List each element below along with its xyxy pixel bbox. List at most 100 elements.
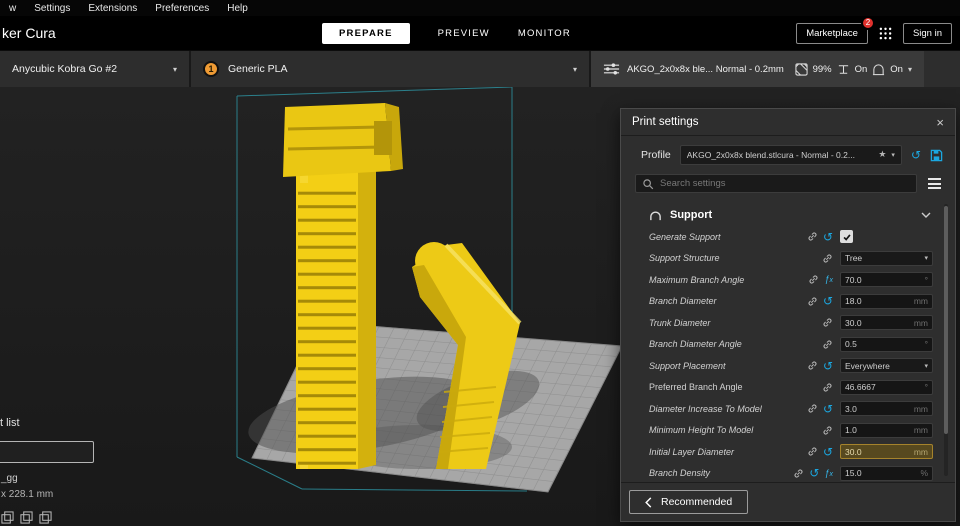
branch-density-field[interactable]: 15.0% [840, 465, 933, 481]
scrollbar-thumb[interactable] [944, 206, 948, 435]
search-row [621, 169, 955, 200]
material-selector[interactable]: 1 Generic PLA ▾ [191, 51, 591, 87]
chevron-down-icon: ▾ [924, 254, 928, 263]
branch-diameter-field[interactable]: 18.0 mm [840, 293, 933, 309]
support-category-icon [650, 211, 661, 221]
diameter-increase-field[interactable]: 3.0 mm [840, 401, 933, 417]
summary-metrics: 99% On On ▾ [795, 62, 912, 76]
link-icon[interactable] [793, 468, 804, 479]
adhesion-icon [873, 63, 885, 75]
settings-visibility-menu-icon[interactable] [926, 176, 943, 191]
object-list-toggle[interactable] [0, 441, 94, 463]
model-name-label: _gg [1, 473, 18, 484]
link-icon[interactable] [822, 253, 833, 264]
chevron-down-icon: ▾ [172, 64, 177, 74]
reset-icon[interactable]: ↺ [823, 231, 833, 243]
link-icon[interactable] [822, 425, 833, 436]
initial-layer-diameter-field[interactable]: 30.0 mm [840, 444, 933, 460]
profile-value: AKGO_2x0x8x blend.stlcura - Normal - 0.2… [686, 150, 855, 160]
reset-icon[interactable]: ↺ [823, 403, 833, 415]
setting-row-maximum-branch-angle: Maximum Branch Angle ƒx 70.0 ° [621, 269, 955, 291]
profile-row: Profile AKGO_2x0x8x blend.stlcura - Norm… [621, 136, 955, 169]
setting-label: Maximum Branch Angle [649, 274, 745, 285]
support-placement-dropdown[interactable]: Everywhere ▾ [840, 358, 933, 374]
link-icon[interactable] [807, 231, 818, 242]
settings-scrollbar[interactable] [944, 204, 948, 476]
search-input[interactable] [660, 178, 910, 189]
search-field[interactable] [635, 174, 917, 193]
support-structure-dropdown[interactable]: Tree ▾ [840, 250, 933, 266]
model-action-icons [1, 511, 52, 524]
profile-reset-icon[interactable]: ↺ [911, 149, 921, 161]
minimum-height-field[interactable]: 1.0 mm [840, 422, 933, 438]
duplicate-icon[interactable] [39, 511, 52, 524]
close-icon[interactable]: × [936, 116, 944, 129]
setting-label: Support Placement [649, 360, 726, 371]
link-icon[interactable] [822, 317, 833, 328]
setting-row-support-structure: Support Structure Tree ▾ [621, 248, 955, 270]
menu-item-preferences[interactable]: Preferences [146, 3, 218, 14]
setting-row-minimum-height-to-model: Minimum Height To Model 1.0 mm [621, 420, 955, 442]
object-list-label: t list [0, 417, 20, 429]
formula-icon[interactable]: ƒx [824, 275, 833, 285]
setting-row-preferred-branch-angle: Preferred Branch Angle 46.6667 ° [621, 377, 955, 399]
link-icon[interactable] [807, 446, 818, 457]
setting-label: Preferred Branch Angle [649, 382, 743, 393]
maximum-branch-angle-field[interactable]: 70.0 ° [840, 272, 933, 288]
menu-item-settings[interactable]: Settings [25, 3, 79, 14]
menu-item-view-partial[interactable]: w [0, 3, 25, 14]
duplicate-icon[interactable] [20, 511, 33, 524]
link-icon[interactable] [807, 403, 818, 414]
sign-in-button[interactable]: Sign in [902, 22, 952, 44]
category-support[interactable]: Support [621, 202, 955, 226]
link-icon[interactable] [808, 274, 819, 285]
reset-icon[interactable]: ↺ [823, 446, 833, 458]
marketplace-button[interactable]: Marketplace 2 [796, 15, 875, 44]
link-icon[interactable] [822, 339, 833, 350]
branch-diameter-angle-field[interactable]: 0.5 ° [840, 336, 933, 352]
marketplace-label: Marketplace [806, 27, 858, 39]
duplicate-icon[interactable] [1, 511, 14, 524]
generate-support-checkbox[interactable] [840, 230, 853, 244]
link-icon[interactable] [807, 360, 818, 371]
print-settings-summary[interactable]: AKGO_2x0x8x ble... Normal - 0.2mm 99% On… [591, 51, 924, 87]
reset-icon[interactable]: ↺ [809, 467, 819, 479]
reset-icon[interactable]: ↺ [823, 295, 833, 307]
setting-label: Generate Support [649, 231, 721, 242]
configuration-bar: Anycubic Kobra Go #2 ▾ 1 Generic PLA ▾ A… [0, 50, 960, 87]
save-profile-icon[interactable] [930, 149, 943, 162]
setting-row-trunk-diameter: Trunk Diameter 30.0 mm [621, 312, 955, 334]
profile-dropdown[interactable]: AKGO_2x0x8x blend.stlcura - Normal - 0.2… [679, 145, 902, 165]
tab-preview[interactable]: PREVIEW [438, 28, 490, 39]
print-settings-panel: Print settings × Profile AKGO_2x0x8x ble… [620, 108, 956, 522]
setting-label: Initial Layer Diameter [649, 446, 735, 457]
chevron-down-icon: ▾ [891, 151, 895, 159]
adhesion-state: On [890, 63, 903, 75]
printer-selector[interactable]: Anycubic Kobra Go #2 ▾ [0, 51, 191, 87]
setting-label: Support Structure [649, 253, 720, 264]
tab-prepare[interactable]: PREPARE [322, 22, 410, 44]
chevron-down-icon: ▾ [924, 361, 928, 370]
reset-icon[interactable]: ↺ [823, 360, 833, 372]
setting-row-diameter-increase-to-model: Diameter Increase To Model ↺ 3.0 mm [621, 398, 955, 420]
trunk-diameter-field[interactable]: 30.0 mm [840, 315, 933, 331]
menu-item-extensions[interactable]: Extensions [79, 3, 146, 14]
panel-footer: Recommended [621, 482, 955, 521]
setting-row-branch-diameter: Branch Diameter ↺ 18.0 mm [621, 291, 955, 313]
tab-monitor[interactable]: MONITOR [518, 28, 571, 39]
chevron-down-icon: ▾ [572, 64, 577, 74]
formula-icon[interactable]: ƒx [824, 468, 833, 478]
applications-grid-icon[interactable] [879, 27, 892, 40]
chevron-down-icon: ▾ [907, 64, 912, 74]
setting-label: Minimum Height To Model [649, 425, 754, 436]
category-title: Support [670, 208, 713, 221]
menu-item-help[interactable]: Help [218, 3, 257, 14]
printer-name: Anycubic Kobra Go #2 [12, 63, 118, 75]
recommended-button[interactable]: Recommended [629, 490, 749, 514]
infill-value: 99% [812, 63, 832, 75]
link-icon[interactable] [822, 382, 833, 393]
preferred-branch-angle-field[interactable]: 46.6667 ° [840, 379, 933, 395]
link-icon[interactable] [807, 296, 818, 307]
stage-tabs: PREPARE PREVIEW MONITOR [322, 22, 571, 44]
title-bar: ker Cura PREPARE PREVIEW MONITOR Marketp… [0, 15, 960, 50]
